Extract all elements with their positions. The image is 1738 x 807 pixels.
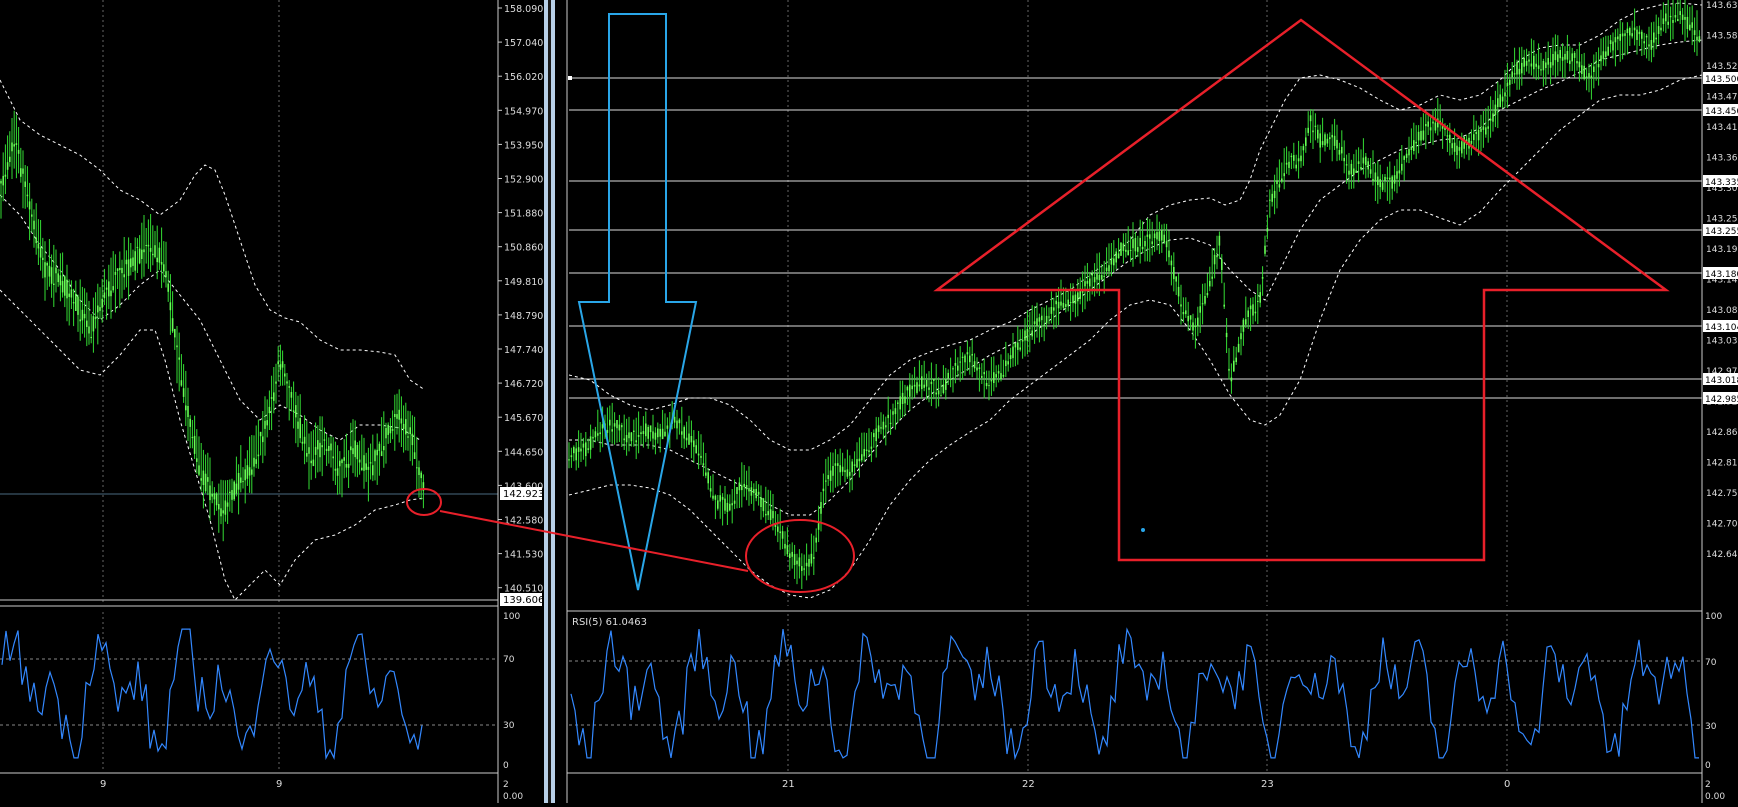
- right-rsi-level: 70: [1705, 658, 1717, 668]
- left-rsi-level: 70: [503, 655, 515, 665]
- right-price-label: 142.810: [1706, 459, 1738, 469]
- right-price-label: 143.580: [1706, 32, 1738, 42]
- left-price-label: 151.880: [504, 209, 543, 220]
- blue-dot: [1141, 528, 1145, 532]
- right-time-label: 22: [1022, 779, 1035, 790]
- left-price-label: 152.900: [504, 175, 543, 186]
- left-price-label: 144.650: [504, 447, 543, 458]
- left-time-label: 9: [100, 779, 106, 790]
- right-price-label: 142.865: [1706, 428, 1738, 438]
- left-price-label: 146.720: [504, 379, 543, 390]
- right-corner-label: 2: [1705, 780, 1711, 790]
- right-price-label: 142.755: [1706, 489, 1738, 499]
- right-rsi-level: 30: [1705, 722, 1717, 732]
- level-price-tag-label: 143.500: [1705, 75, 1738, 85]
- trading-terminal: 158.090 157.040 156.020 154.970 153.950 152.9…: [0, 0, 1738, 803]
- left-price-label: 148.790: [504, 311, 543, 322]
- right-price-label: 143.250: [1706, 215, 1738, 225]
- level-handle[interactable]: [568, 76, 572, 80]
- left-low-price: 139.606: [503, 595, 544, 606]
- level-price-tag-label: 142.985: [1705, 395, 1738, 405]
- level-price-tag-label: 143.104: [1705, 323, 1738, 333]
- left-time-label: 9: [276, 779, 282, 790]
- right-price-label: 142.645: [1706, 550, 1738, 560]
- left-price-label: 147.740: [504, 345, 543, 356]
- left-rsi-level: 0: [503, 761, 509, 771]
- left-rsi-level: 30: [503, 721, 515, 731]
- level-price-tag-label: 143.180: [1705, 270, 1738, 280]
- right-time-label: 23: [1261, 779, 1274, 790]
- right-rsi-level: 0: [1705, 761, 1711, 771]
- left-price-label: 153.950: [504, 140, 543, 151]
- right-price-label: 143.635: [1706, 1, 1738, 11]
- right-time-label: 21: [782, 779, 795, 790]
- left-price-label: 141.530: [504, 550, 543, 561]
- right-price-label: 143.030: [1706, 337, 1738, 347]
- left-price-label: 150.860: [504, 243, 543, 254]
- left-corner-label: 2: [503, 780, 509, 790]
- right-price-label: 143.525: [1706, 62, 1738, 72]
- left-rsi-level: 100: [503, 612, 520, 622]
- right-time-label: 0: [1504, 779, 1510, 790]
- level-price-tag-label: 143.335: [1705, 178, 1738, 188]
- right-price-label: 142.700: [1706, 520, 1738, 530]
- rsi-indicator-label: RSI(5) 61.0463: [572, 617, 647, 628]
- left-current-price: 142.923: [503, 489, 544, 500]
- left-price-label: 158.090: [504, 4, 543, 15]
- left-price-label: 145.670: [504, 413, 543, 424]
- left-price-label: 154.970: [504, 106, 543, 117]
- level-price-tag-label: 143.255: [1705, 227, 1738, 237]
- level-price-tag-label: 143.450: [1705, 107, 1738, 117]
- right-price-label: 143.415: [1706, 123, 1738, 133]
- left-price-label: 157.040: [504, 38, 543, 49]
- right-price-label: 143.195: [1706, 245, 1738, 255]
- right-price-label: 143.085: [1706, 306, 1738, 316]
- right-price-label: 143.360: [1706, 154, 1738, 164]
- level-price-tag-label: 143.018: [1705, 376, 1738, 386]
- right-price-label: 143.470: [1706, 93, 1738, 103]
- right-corner-label: 0.00: [1705, 792, 1725, 802]
- left-price-label: 149.810: [504, 277, 543, 288]
- window-splitter[interactable]: [544, 0, 555, 803]
- left-corner-label: 0.00: [503, 792, 523, 802]
- left-price-label: 156.020: [504, 72, 543, 83]
- right-rsi-level: 100: [1705, 612, 1722, 622]
